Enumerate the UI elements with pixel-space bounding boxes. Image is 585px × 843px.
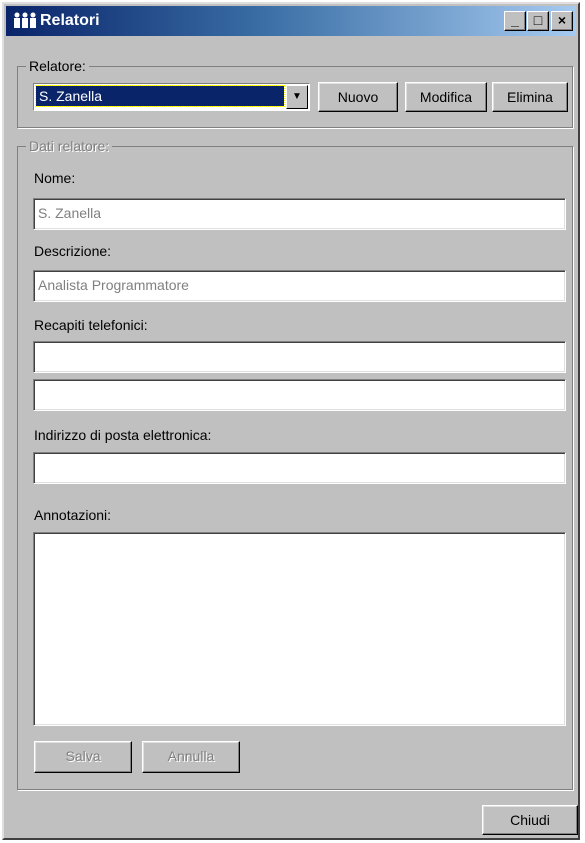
edit-button[interactable]: Modifica [405, 82, 487, 112]
relatore-legend: Relatore: [26, 57, 89, 75]
minimize-button[interactable]: _ [504, 11, 526, 31]
new-button[interactable]: Nuovo [318, 82, 398, 112]
email-label: Indirizzo di posta elettronica: [34, 427, 212, 443]
notes-textarea[interactable] [33, 532, 566, 726]
notes-label: Annotazioni: [34, 507, 112, 523]
description-field[interactable]: Analista Programmatore [33, 270, 566, 302]
phone-field-2[interactable] [33, 379, 566, 411]
window-title: Relatori [40, 12, 100, 29]
people-icon [12, 11, 38, 31]
name-label: Nome: [34, 170, 76, 186]
name-field[interactable]: S. Zanella [33, 198, 566, 230]
close-button[interactable]: Chiudi [482, 805, 578, 835]
title-bar[interactable]: Relatori _ □ × [6, 6, 576, 36]
chevron-down-icon[interactable]: ▼ [286, 85, 308, 109]
save-button[interactable]: Salva [34, 741, 132, 773]
email-field[interactable] [33, 452, 566, 484]
delete-button[interactable]: Elimina [492, 82, 568, 112]
close-window-button[interactable]: × [551, 11, 573, 31]
description-label: Descrizione: [34, 243, 112, 259]
details-legend: Dati relatore: [26, 137, 113, 155]
relatori-window: Relatori _ □ × Relatore: S. Zanella ▼ Nu… [2, 2, 580, 840]
relatore-selected-value: S. Zanella [35, 85, 285, 107]
phones-label: Recapiti telefonici: [34, 317, 148, 333]
phone-field-1[interactable] [33, 341, 566, 373]
relatore-select[interactable]: S. Zanella ▼ [33, 83, 310, 111]
maximize-button[interactable]: □ [527, 11, 549, 31]
cancel-button[interactable]: Annulla [142, 741, 240, 773]
